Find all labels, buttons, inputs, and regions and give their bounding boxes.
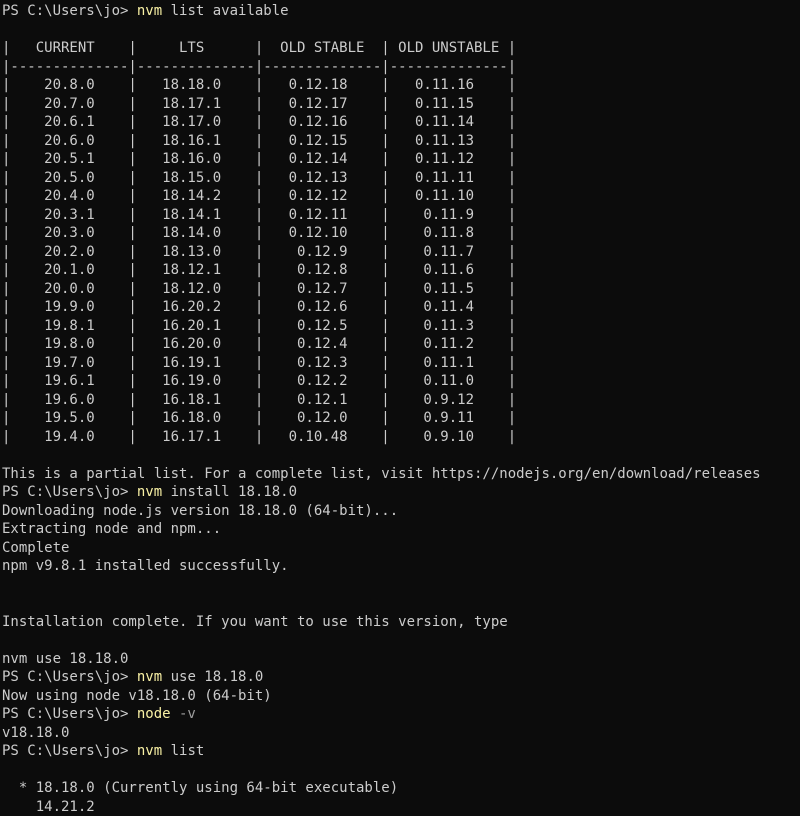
table-row: | 20.6.0 | 18.16.1 | 0.12.15 | 0.11.13 |	[2, 132, 800, 151]
command-name: nvm	[137, 3, 162, 19]
prompt-line: PS C:\Users\jo> node -v	[2, 705, 800, 724]
command-flag: -v	[171, 706, 196, 722]
command-name: nvm	[137, 743, 162, 759]
output-line	[2, 594, 800, 613]
command-name: nvm	[137, 669, 162, 685]
output-line: npm v9.8.1 installed successfully.	[2, 557, 800, 576]
table-row: | 19.8.1 | 16.20.1 | 0.12.5 | 0.11.3 |	[2, 317, 800, 336]
output-line	[2, 21, 800, 40]
prompt-path: PS C:\Users\jo>	[2, 484, 137, 500]
output-line	[2, 446, 800, 465]
prompt-line: PS C:\Users\jo> nvm list	[2, 742, 800, 761]
prompt-line: PS C:\Users\jo> nvm list available	[2, 2, 800, 21]
table-row: | 19.5.0 | 16.18.0 | 0.12.0 | 0.9.11 |	[2, 409, 800, 428]
prompt-line: PS C:\Users\jo> nvm install 18.18.0	[2, 483, 800, 502]
table-row: | 20.5.0 | 18.15.0 | 0.12.13 | 0.11.11 |	[2, 169, 800, 188]
table-row: | 19.6.0 | 16.18.1 | 0.12.1 | 0.9.12 |	[2, 391, 800, 410]
table-row: | 20.6.1 | 18.17.0 | 0.12.16 | 0.11.14 |	[2, 113, 800, 132]
table-row: | 20.3.0 | 18.14.0 | 0.12.10 | 0.11.8 |	[2, 224, 800, 243]
command-name: node	[137, 706, 171, 722]
output-line	[2, 631, 800, 650]
output-line: Installation complete. If you want to us…	[2, 613, 800, 632]
output-line	[2, 576, 800, 595]
output-line: * 18.18.0 (Currently using 64-bit execut…	[2, 779, 800, 798]
command-name: nvm	[137, 484, 162, 500]
command-args: use 18.18.0	[162, 669, 263, 685]
output-line: Now using node v18.18.0 (64-bit)	[2, 687, 800, 706]
command-args: install 18.18.0	[162, 484, 297, 500]
output-line: Extracting node and npm...	[2, 520, 800, 539]
prompt-path: PS C:\Users\jo>	[2, 3, 137, 19]
table-row: | 20.4.0 | 18.14.2 | 0.12.12 | 0.11.10 |	[2, 187, 800, 206]
output-line: Complete	[2, 539, 800, 558]
table-row: | 19.9.0 | 16.20.2 | 0.12.6 | 0.11.4 |	[2, 298, 800, 317]
command-args: list	[162, 743, 204, 759]
table-row: | 20.7.0 | 18.17.1 | 0.12.17 | 0.11.15 |	[2, 95, 800, 114]
table-row: |--------------|--------------|---------…	[2, 58, 800, 77]
output-line: v18.18.0	[2, 724, 800, 743]
table-row: | 19.6.1 | 16.19.0 | 0.12.2 | 0.11.0 |	[2, 372, 800, 391]
command-args: list available	[162, 3, 288, 19]
table-row: | 20.5.1 | 18.16.0 | 0.12.14 | 0.11.12 |	[2, 150, 800, 169]
table-row: | 19.7.0 | 16.19.1 | 0.12.3 | 0.11.1 |	[2, 354, 800, 373]
table-row: | 19.8.0 | 16.20.0 | 0.12.4 | 0.11.2 |	[2, 335, 800, 354]
table-row: | CURRENT | LTS | OLD STABLE | OLD UNSTA…	[2, 39, 800, 58]
table-row: | 20.1.0 | 18.12.1 | 0.12.8 | 0.11.6 |	[2, 261, 800, 280]
output-line: Downloading node.js version 18.18.0 (64-…	[2, 502, 800, 521]
prompt-path: PS C:\Users\jo>	[2, 743, 137, 759]
table-row: | 20.0.0 | 18.12.0 | 0.12.7 | 0.11.5 |	[2, 280, 800, 299]
table-row: | 20.2.0 | 18.13.0 | 0.12.9 | 0.11.7 |	[2, 243, 800, 262]
table-row: | 20.8.0 | 18.18.0 | 0.12.18 | 0.11.16 |	[2, 76, 800, 95]
output-line: nvm use 18.18.0	[2, 650, 800, 669]
output-line: 14.21.2	[2, 798, 800, 816]
table-row: | 20.3.1 | 18.14.1 | 0.12.11 | 0.11.9 |	[2, 206, 800, 225]
prompt-path: PS C:\Users\jo>	[2, 669, 137, 685]
output-line	[2, 761, 800, 780]
prompt-line: PS C:\Users\jo> nvm use 18.18.0	[2, 668, 800, 687]
table-row: | 19.4.0 | 16.17.1 | 0.10.48 | 0.9.10 |	[2, 428, 800, 447]
prompt-path: PS C:\Users\jo>	[2, 706, 137, 722]
output-line: This is a partial list. For a complete l…	[2, 465, 800, 484]
terminal-output[interactable]: PS C:\Users\jo> nvm list available | CURR…	[2, 2, 800, 816]
